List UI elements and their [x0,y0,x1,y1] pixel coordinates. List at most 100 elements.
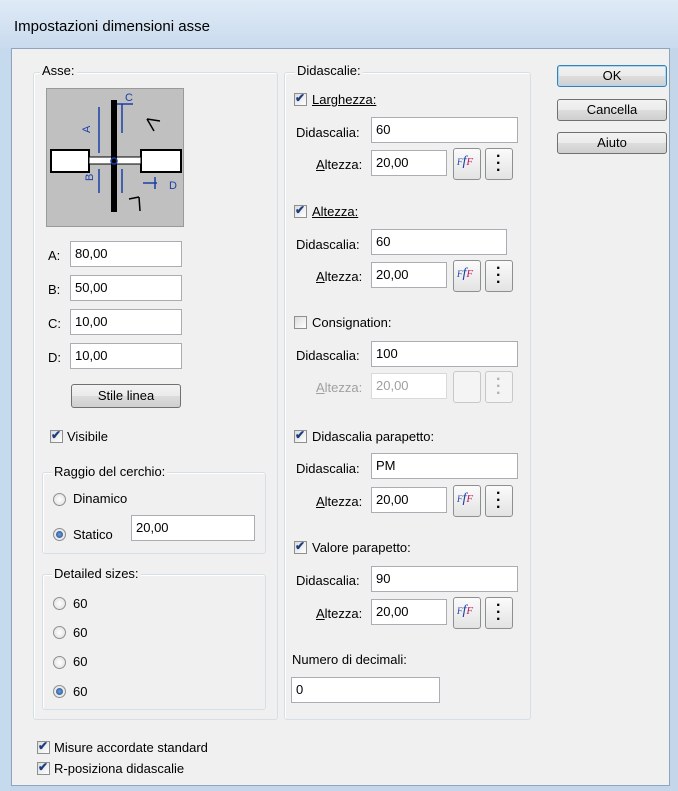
statico-input[interactable]: 20,00 [131,515,255,541]
ok-button[interactable]: OK [557,65,667,87]
field-c-input[interactable]: 10,00 [70,309,182,335]
raggio-legend: Raggio del cerchio: [52,464,168,479]
preview-label-b: B [84,174,96,181]
detailed-size-radio[interactable] [53,626,66,639]
radio-selected-dot [56,531,63,538]
font-button[interactable]: FfF [453,597,481,629]
vertical-ellipsis-icon: · · · [496,597,502,628]
height-label: Altezza: [316,157,363,172]
didascalia-parapetto-label: Didascalia parapetto: [312,429,435,444]
detailed-size-label: 60 [73,654,88,669]
valore-height-input[interactable]: 20,00 [371,599,447,625]
detailed-sizes-legend: Detailed sizes: [52,566,141,581]
caption-label: Didascalia: [296,573,360,588]
valore-parapetto-checkbox[interactable]: ✔ [294,539,307,554]
font-icon: FfF [457,491,474,506]
parapetto-height-input[interactable]: 20,00 [371,487,447,513]
decimals-label: Numero di decimali: [292,652,407,667]
larghezza-checkbox[interactable]: ✔ [294,91,307,106]
caption-label: Didascalia: [296,125,360,140]
field-a-label: A: [48,248,61,263]
stile-linea-button[interactable]: Stile linea [71,384,181,408]
larghezza-caption-input[interactable]: 60 [371,117,518,143]
consignation-height-input[interactable]: 20,00 [371,373,447,399]
title-bar[interactable]: Impostazioni dimensioni asse [0,0,678,48]
didascalia-parapetto-checkbox[interactable]: ✔ [294,428,307,443]
vertical-ellipsis-icon: · · · [496,485,502,516]
height-label: Altezza: [316,269,363,284]
valore-caption-input[interactable]: 90 [371,566,518,592]
field-b-input[interactable]: 50,00 [70,275,182,301]
field-d-label: D: [48,350,61,365]
field-a-input[interactable]: 80,00 [70,241,182,267]
altezza-group-label: Altezza: [312,204,359,219]
check-icon: ✔ [295,428,306,442]
height-label: Altezza: [316,606,363,621]
font-icon: FfF [457,266,474,281]
detailed-size-radio[interactable] [53,597,66,610]
field-d-input[interactable]: 10,00 [70,343,182,369]
altezza-height-input[interactable]: 20,00 [371,262,447,288]
window-title: Impostazioni dimensioni asse [14,18,210,35]
more-options-button[interactable]: · · · [485,485,513,517]
help-button[interactable]: Aiuto [557,132,667,154]
dinamico-label: Dinamico [73,491,128,506]
vertical-ellipsis-icon: · · · [496,260,502,291]
more-options-button[interactable]: · · · [485,371,513,403]
preview-label-a: A [81,125,93,133]
vertical-ellipsis-icon: · · · [496,371,502,402]
window-left-edge [0,0,10,791]
font-button[interactable]: FfF [453,260,481,292]
font-icon: FfF [457,603,474,618]
decimals-input[interactable]: 0 [291,677,440,703]
check-icon: ✔ [38,739,49,753]
vertical-ellipsis-icon: · · · [496,148,502,179]
height-label: Altezza: [316,494,363,509]
detailed-size-label: 60 [73,625,88,640]
preview-label-c: C [125,92,133,104]
didascalie-legend: Didascalie: [295,63,363,78]
font-button[interactable]: FfF [453,485,481,517]
riposiziona-label: R-posiziona didascalie [54,761,185,776]
more-options-button[interactable]: · · · [485,597,513,629]
visibile-label: Visibile [67,429,108,444]
detailed-size-radio[interactable] [53,656,66,669]
consignation-checkbox[interactable] [294,316,307,329]
consignation-caption-input[interactable]: 100 [371,341,518,367]
font-button[interactable]: FfF [453,148,481,180]
dinamico-radio[interactable] [53,493,66,506]
font-button[interactable] [453,371,481,403]
check-icon: ✔ [38,760,49,774]
check-icon: ✔ [295,91,306,105]
cancel-button[interactable]: Cancella [557,99,667,121]
detailed-size-label: 60 [73,596,88,611]
dialog-window: Impostazioni dimensioni asse Asse: A B C [0,0,678,791]
preview-label-d: D [169,180,177,192]
height-label: Altezza: [316,380,363,395]
font-icon: FfF [457,154,474,169]
field-c-label: C: [48,316,61,331]
larghezza-label: Larghezza: [312,92,377,107]
consignation-label: Consignation: [312,315,392,330]
riposiziona-checkbox[interactable]: ✔ [37,760,50,775]
check-icon: ✔ [51,428,62,442]
check-icon: ✔ [295,539,306,553]
misure-accordate-checkbox[interactable]: ✔ [37,739,50,754]
more-options-button[interactable]: · · · [485,260,513,292]
detailed-size-radio[interactable] [53,685,66,698]
field-b-label: B: [48,282,61,297]
altezza-caption-input[interactable]: 60 [371,229,507,255]
parapetto-caption-input[interactable]: PM [371,453,518,479]
valore-parapetto-label: Valore parapetto: [312,540,411,555]
more-options-button[interactable]: · · · [485,148,513,180]
altezza-checkbox[interactable]: ✔ [294,203,307,218]
check-icon: ✔ [295,203,306,217]
larghezza-height-input[interactable]: 20,00 [371,150,447,176]
caption-label: Didascalia: [296,461,360,476]
caption-label: Didascalia: [296,237,360,252]
statico-radio[interactable] [53,528,66,541]
misure-accordate-label: Misure accordate standard [54,740,208,755]
visibile-checkbox[interactable]: ✔ [50,428,63,443]
asse-legend: Asse: [40,63,77,78]
detailed-size-label: 60 [73,684,88,699]
